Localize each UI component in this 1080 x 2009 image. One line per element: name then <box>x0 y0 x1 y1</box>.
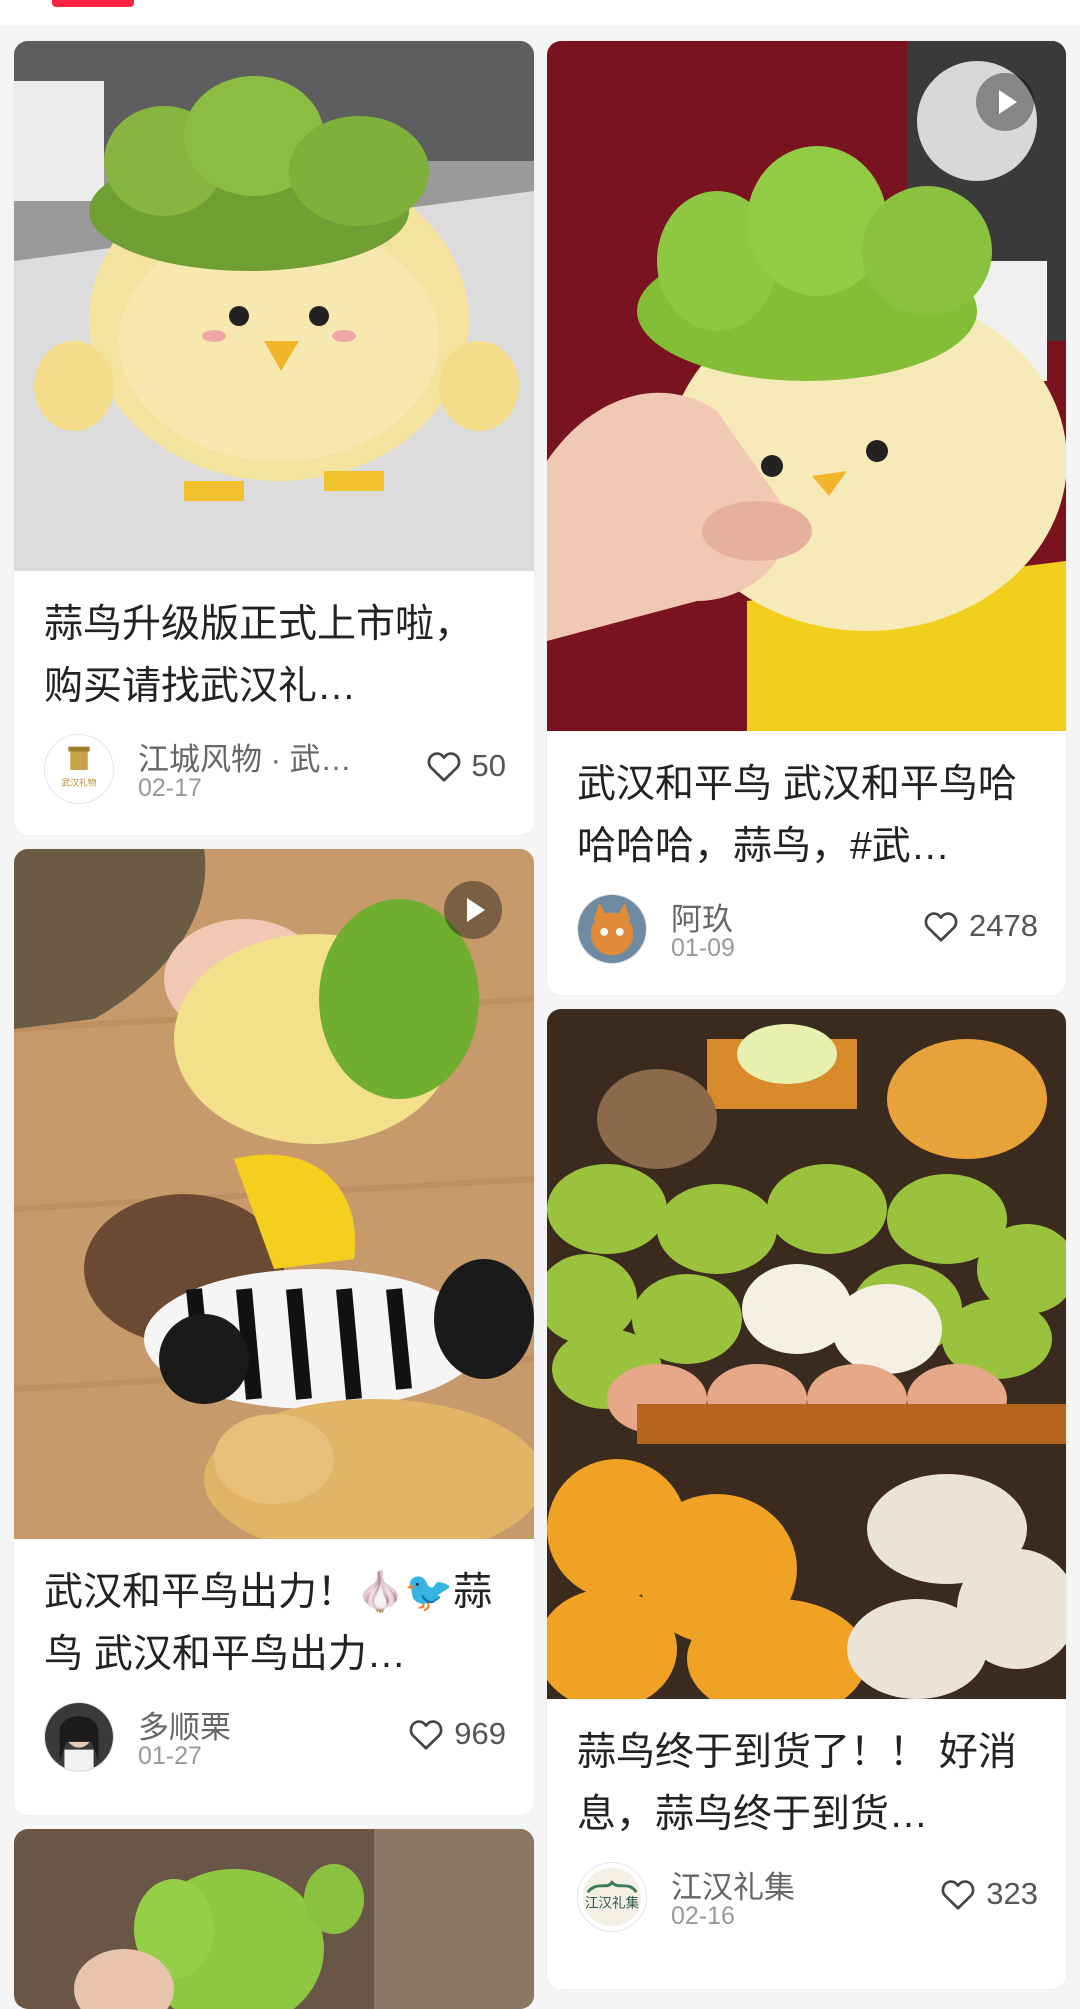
note-cover-image[interactable] <box>14 849 534 1539</box>
note-cover-image[interactable] <box>547 41 1066 731</box>
active-tab-indicator <box>52 0 134 7</box>
note-meta: 多顺栗 01-27 969 <box>44 1702 506 1774</box>
like-count: 969 <box>454 1716 506 1751</box>
like-button[interactable]: 323 <box>940 1874 1038 1914</box>
post-date: 01-09 <box>671 934 735 962</box>
avatar[interactable] <box>44 1702 114 1772</box>
author-name[interactable]: 江城风物 · 武… <box>138 734 352 779</box>
avatar[interactable] <box>577 894 647 964</box>
like-count: 50 <box>471 748 506 783</box>
author-name[interactable]: 阿玖 <box>671 894 733 939</box>
heart-outline-icon <box>409 1720 443 1750</box>
note-title[interactable]: 蒜鸟升级版正式上市啦，购买请找武汉礼… <box>44 594 504 718</box>
like-button[interactable]: 2478 <box>923 906 1038 946</box>
play-icon <box>444 881 502 939</box>
svg-text:江汉礼集: 江汉礼集 <box>585 1896 640 1912</box>
like-button[interactable]: 50 <box>426 746 506 786</box>
top-tab-bar <box>0 0 1080 27</box>
note-title[interactable]: 武汉和平鸟 武汉和平鸟哈哈哈哈，蒜鸟，#武… <box>577 754 1036 878</box>
note-card[interactable]: 蒜鸟升级版正式上市啦，购买请找武汉礼… 武汉礼物 江城风物 · 武… 02-17… <box>14 41 534 835</box>
note-card[interactable]: 武汉和平鸟出力！🧄🐦蒜鸟 武汉和平鸟出力… 多顺栗 01-27 969 <box>14 849 534 1815</box>
svg-text:武汉礼物: 武汉礼物 <box>62 777 97 789</box>
author-name[interactable]: 多顺栗 <box>138 1702 231 1747</box>
note-cover-image[interactable] <box>14 1829 534 2009</box>
note-title[interactable]: 武汉和平鸟出力！🧄🐦蒜鸟 武汉和平鸟出力… <box>44 1562 504 1686</box>
note-cover-image[interactable] <box>547 1009 1066 1699</box>
post-date: 02-17 <box>138 774 202 802</box>
note-meta: 武汉礼物 江城风物 · 武… 02-17 50 <box>44 734 506 806</box>
avatar[interactable]: 武汉礼物 <box>44 734 114 804</box>
note-meta: 江汉礼集 江汉礼集 02-16 323 <box>577 1862 1038 1934</box>
note-card[interactable]: 蒜鸟终于到货了！！ 好消息，蒜鸟终于到货… 江汉礼集 江汉礼集 02-16 32… <box>547 1009 1066 1989</box>
note-card[interactable] <box>14 1829 534 2009</box>
note-title[interactable]: 蒜鸟终于到货了！！ 好消息，蒜鸟终于到货… <box>577 1722 1036 1846</box>
post-date: 02-16 <box>671 1902 735 1930</box>
avatar[interactable]: 江汉礼集 <box>577 1862 647 1932</box>
heart-outline-icon <box>427 752 460 782</box>
heart-outline-icon <box>924 912 958 942</box>
author-name[interactable]: 江汉礼集 <box>671 1862 795 1907</box>
post-date: 01-27 <box>138 1742 202 1770</box>
note-meta: 阿玖 01-09 2478 <box>577 894 1038 966</box>
like-count: 323 <box>986 1876 1038 1911</box>
like-count: 2478 <box>969 908 1038 943</box>
like-button[interactable]: 969 <box>408 1714 506 1754</box>
note-cover-image[interactable] <box>14 41 534 571</box>
play-icon <box>976 73 1034 131</box>
note-card[interactable]: 武汉和平鸟 武汉和平鸟哈哈哈哈，蒜鸟，#武… 阿玖 01-09 2478 <box>547 41 1066 995</box>
heart-outline-icon <box>941 1880 975 1910</box>
note-feed: 蒜鸟升级版正式上市啦，购买请找武汉礼… 武汉礼物 江城风物 · 武… 02-17… <box>0 26 1080 2009</box>
